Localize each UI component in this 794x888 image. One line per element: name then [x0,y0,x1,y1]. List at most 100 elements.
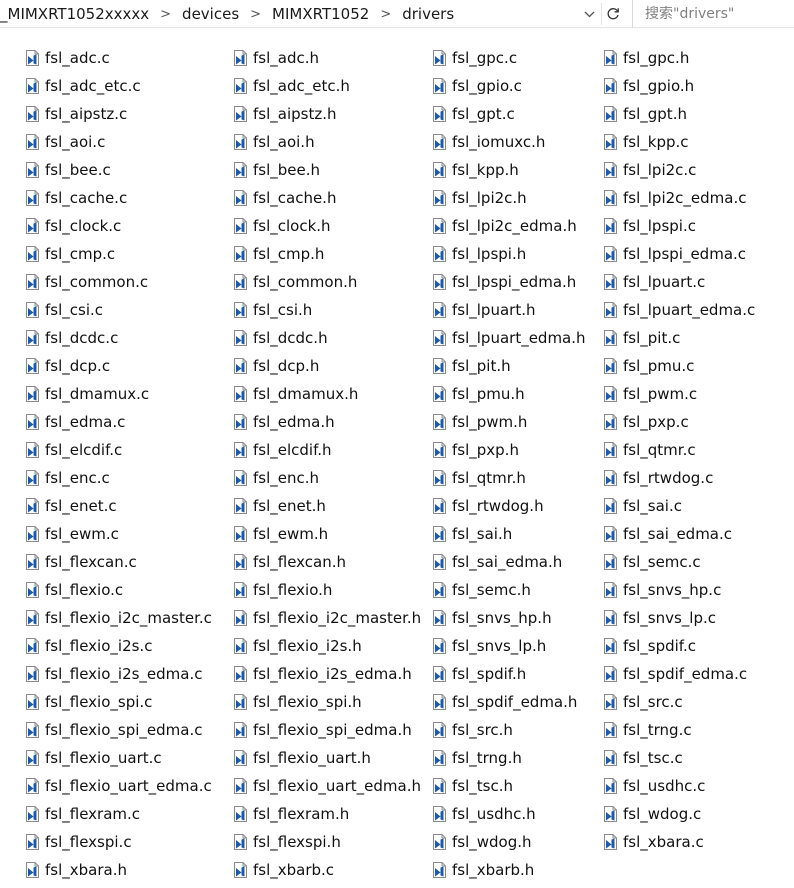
file-item[interactable]: fsl_usdhc.h [407,800,586,828]
file-item[interactable]: fsl_adc.c [0,44,212,72]
file-item[interactable]: fsl_xbara.h [0,856,212,884]
file-item[interactable]: fsl_semc.h [407,576,586,604]
file-item[interactable]: fsl_flexio_uart.h [208,744,421,772]
file-item[interactable]: fsl_cache.c [0,184,212,212]
file-item[interactable]: fsl_lpspi.c [578,212,755,240]
file-item[interactable]: fsl_spdif.c [578,632,755,660]
file-item[interactable]: fsl_pit.h [407,352,586,380]
file-item[interactable]: fsl_enc.c [0,464,212,492]
refresh-icon[interactable] [601,3,624,25]
file-item[interactable]: fsl_gpio.h [578,72,755,100]
file-item[interactable]: fsl_flexio_spi.c [0,688,212,716]
file-item[interactable]: fsl_lpspi_edma.c [578,240,755,268]
file-item[interactable]: fsl_edma.c [0,408,212,436]
file-item[interactable]: fsl_common.h [208,268,421,296]
file-item[interactable]: fsl_flexio_i2c_master.c [0,604,212,632]
file-item[interactable]: fsl_flexram.c [0,800,212,828]
file-item[interactable]: fsl_xbarb.c [208,856,421,884]
file-item[interactable]: fsl_kpp.c [578,128,755,156]
file-item[interactable]: fsl_flexcan.c [0,548,212,576]
file-item[interactable]: fsl_rtwdog.c [578,464,755,492]
file-item[interactable]: fsl_dcp.c [0,352,212,380]
file-item[interactable]: fsl_aoi.h [208,128,421,156]
file-item[interactable]: fsl_trng.h [407,744,586,772]
file-item[interactable]: fsl_tsc.c [578,744,755,772]
file-item[interactable]: fsl_dcdc.c [0,324,212,352]
file-item[interactable]: fsl_flexio_spi_edma.c [0,716,212,744]
breadcrumb-drivers[interactable]: drivers [398,5,458,23]
file-item[interactable]: fsl_spdif.h [407,660,586,688]
file-item[interactable]: fsl_iomuxc.h [407,128,586,156]
file-item[interactable]: fsl_csi.h [208,296,421,324]
file-item[interactable]: fsl_csi.c [0,296,212,324]
file-item[interactable]: fsl_lpi2c_edma.h [407,212,586,240]
file-item[interactable]: fsl_snvs_hp.c [578,576,755,604]
file-item[interactable]: fsl_lpi2c.c [578,156,755,184]
file-item[interactable]: fsl_wdog.h [407,828,586,856]
file-item[interactable]: fsl_xbara.c [578,828,755,856]
file-item[interactable]: fsl_pxp.c [578,408,755,436]
file-item[interactable]: fsl_spdif_edma.c [578,660,755,688]
search-box[interactable] [632,0,794,28]
file-item[interactable]: fsl_adc.h [208,44,421,72]
file-item[interactable]: fsl_elcdif.c [0,436,212,464]
file-item[interactable]: fsl_sai.c [578,492,755,520]
file-item[interactable]: fsl_pit.c [578,324,755,352]
file-item[interactable]: fsl_qtmr.c [578,436,755,464]
file-item[interactable]: fsl_flexio_i2c_master.h [208,604,421,632]
chevron-down-icon[interactable] [578,3,600,25]
file-item[interactable]: fsl_lpuart_edma.h [407,324,586,352]
file-item[interactable]: fsl_tsc.h [407,772,586,800]
file-item[interactable]: fsl_gpio.c [407,72,586,100]
breadcrumb-separator-icon[interactable]: > [373,7,398,22]
file-item[interactable]: fsl_flexio_uart.c [0,744,212,772]
breadcrumb-separator-icon[interactable]: > [153,7,178,22]
file-item[interactable]: fsl_pmu.c [578,352,755,380]
file-item[interactable]: fsl_semc.c [578,548,755,576]
file-item[interactable]: fsl_dcdc.h [208,324,421,352]
file-item[interactable]: fsl_flexio_i2s.h [208,632,421,660]
file-item[interactable]: fsl_bee.c [0,156,212,184]
file-item[interactable]: fsl_gpt.h [578,100,755,128]
file-item[interactable]: fsl_enet.c [0,492,212,520]
file-item[interactable]: fsl_gpc.h [578,44,755,72]
breadcrumb-devices[interactable]: devices [178,5,243,23]
file-item[interactable]: fsl_lpuart.c [578,268,755,296]
file-item[interactable]: fsl_pxp.h [407,436,586,464]
file-item[interactable]: fsl_dcp.h [208,352,421,380]
file-item[interactable]: fsl_clock.h [208,212,421,240]
file-item[interactable]: fsl_enc.h [208,464,421,492]
file-item[interactable]: fsl_snvs_hp.h [407,604,586,632]
file-item[interactable]: fsl_elcdif.h [208,436,421,464]
file-item[interactable]: fsl_bee.h [208,156,421,184]
file-item[interactable]: fsl_snvs_lp.c [578,604,755,632]
file-item[interactable]: fsl_sai_edma.h [407,548,586,576]
file-item[interactable]: fsl_lpspi.h [407,240,586,268]
file-item[interactable]: fsl_xbarb.h [407,856,586,884]
file-item[interactable]: fsl_qtmr.h [407,464,586,492]
file-item[interactable]: fsl_aipstz.h [208,100,421,128]
file-item[interactable]: fsl_flexio_uart_edma.h [208,772,421,800]
file-item[interactable]: fsl_pmu.h [407,380,586,408]
file-item[interactable]: fsl_cache.h [208,184,421,212]
file-item[interactable]: fsl_flexspi.c [0,828,212,856]
address-bar[interactable]: _MIMXRT1052xxxxx > devices > MIMXRT1052 … [0,0,600,28]
file-item[interactable]: fsl_flexio_i2s_edma.h [208,660,421,688]
file-item[interactable]: fsl_edma.h [208,408,421,436]
file-item[interactable]: fsl_dmamux.c [0,380,212,408]
file-item[interactable]: fsl_flexio.c [0,576,212,604]
breadcrumb-separator-icon[interactable]: > [243,7,268,22]
file-item[interactable]: fsl_adc_etc.h [208,72,421,100]
file-item[interactable]: fsl_sai.h [407,520,586,548]
file-item[interactable]: fsl_src.c [578,688,755,716]
file-item[interactable]: fsl_flexspi.h [208,828,421,856]
file-item[interactable]: fsl_flexio_uart_edma.c [0,772,212,800]
file-item[interactable]: fsl_kpp.h [407,156,586,184]
file-item[interactable]: fsl_pwm.h [407,408,586,436]
file-item[interactable]: fsl_flexio_spi.h [208,688,421,716]
file-item[interactable]: fsl_lpspi_edma.h [407,268,586,296]
search-input[interactable] [643,5,787,23]
breadcrumb-mimxrt1052[interactable]: MIMXRT1052 [268,5,373,23]
file-item[interactable]: fsl_flexcan.h [208,548,421,576]
file-item[interactable]: fsl_usdhc.c [578,772,755,800]
